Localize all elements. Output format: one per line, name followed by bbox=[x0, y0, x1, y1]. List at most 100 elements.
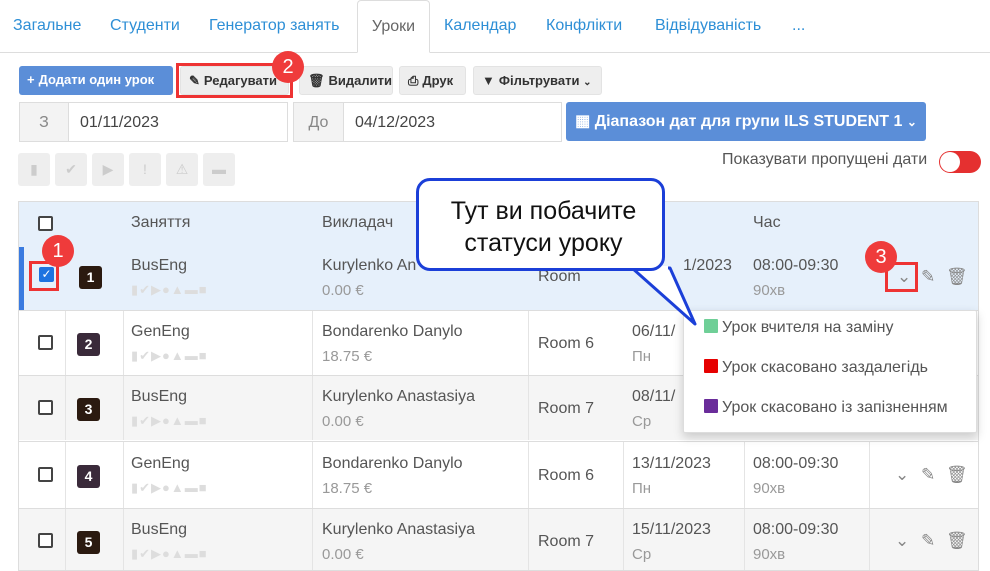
show-missed-dates-toggle[interactable] bbox=[939, 151, 981, 173]
lesson-price: 0.00 € bbox=[322, 546, 364, 563]
header-lesson: Заняття bbox=[131, 214, 191, 231]
status-label: Урок вчителя на заміну bbox=[722, 319, 894, 336]
delete-button[interactable]: 🗑 Видалити bbox=[299, 66, 393, 95]
cell-divider bbox=[312, 311, 313, 375]
teacher-name: Kurylenko An bbox=[322, 257, 417, 274]
lesson-price: 18.75 € bbox=[322, 480, 373, 497]
status-substitute-teacher[interactable]: Урок вчителя на заміну bbox=[704, 319, 894, 337]
delete-label: Видалити bbox=[328, 73, 392, 88]
group-date-range-button[interactable]: ▦ Діапазон дат для групи ILS STUDENT 1 ⌄ bbox=[566, 102, 926, 141]
video-icon[interactable]: ▶ bbox=[92, 153, 124, 186]
calendar-icon: ▦ bbox=[575, 113, 591, 130]
table-row[interactable]: 5 BusEng ▮✔▶●▲▬■ Kurylenko Anastasiya 0.… bbox=[19, 508, 978, 570]
warning-icon[interactable]: ⚠ bbox=[166, 153, 198, 186]
lesson-name: GenEng bbox=[131, 323, 190, 340]
status-color-swatch bbox=[704, 359, 718, 373]
callout-line-2: статуси уроку bbox=[464, 229, 623, 257]
lesson-price: 0.00 € bbox=[322, 413, 364, 430]
lesson-number: 3 bbox=[77, 398, 100, 421]
print-icon: ⎙ bbox=[408, 73, 419, 88]
trash-icon[interactable]: 🗑 bbox=[946, 465, 968, 485]
add-one-lesson-button[interactable]: + Додати один урок bbox=[19, 66, 173, 95]
lesson-status-icons: ▮✔▶●▲▬■ bbox=[131, 413, 208, 428]
cell-divider bbox=[123, 376, 124, 440]
header-time: Час bbox=[753, 214, 781, 231]
lesson-time: 08:00-09:30 bbox=[753, 257, 839, 274]
alert-circle-icon[interactable]: ! bbox=[129, 153, 161, 186]
trash-icon[interactable]: 🗑 bbox=[946, 531, 968, 551]
lesson-price: 18.75 € bbox=[322, 348, 373, 365]
row-checkbox[interactable] bbox=[38, 335, 53, 350]
pencil-icon[interactable]: ✎ bbox=[921, 465, 935, 485]
group-date-range-label: Діапазон дат для групи ILS STUDENT 1 bbox=[594, 113, 903, 130]
cell-divider bbox=[312, 509, 313, 570]
tab-lessons[interactable]: Уроки bbox=[357, 0, 430, 53]
toggle-knob bbox=[940, 152, 960, 172]
tab-students[interactable]: Студенти bbox=[110, 0, 180, 53]
cell-divider bbox=[528, 311, 529, 375]
callout-line-1: Тут ви побачите bbox=[450, 197, 637, 225]
step-badge-2: 2 bbox=[272, 51, 304, 83]
cell-divider bbox=[744, 442, 745, 508]
print-button[interactable]: ⎙ Друк bbox=[399, 66, 466, 95]
check-icon[interactable]: ✔ bbox=[55, 153, 87, 186]
lesson-status-icons: ▮✔▶●▲▬■ bbox=[131, 282, 208, 297]
cell-divider bbox=[65, 442, 66, 508]
date-from-input[interactable]: 01/11/2023 bbox=[68, 102, 288, 142]
cell-divider bbox=[869, 442, 870, 508]
filter-button[interactable]: ▼ Фільтрувати ⌄ bbox=[473, 66, 602, 95]
lesson-number: 2 bbox=[77, 333, 100, 356]
room: Room 6 bbox=[538, 467, 595, 484]
lesson-date: 08/11/ bbox=[632, 388, 676, 405]
row-checkbox[interactable] bbox=[38, 533, 53, 548]
tab-calendar[interactable]: Календар bbox=[444, 0, 516, 53]
selected-row-marker bbox=[19, 247, 24, 310]
lesson-name: BusEng bbox=[131, 521, 188, 538]
tab-more[interactable]: ... bbox=[792, 0, 805, 53]
tab-general[interactable]: Загальне bbox=[13, 0, 81, 53]
select-all-checkbox[interactable] bbox=[38, 216, 53, 231]
cell-divider bbox=[744, 509, 745, 570]
room: Room 7 bbox=[538, 400, 595, 417]
cell-divider bbox=[312, 442, 313, 508]
cell-divider bbox=[123, 509, 124, 570]
tab-lesson-generator[interactable]: Генератор занять bbox=[209, 0, 339, 53]
chevron-down-icon[interactable]: ⌄ bbox=[895, 465, 909, 485]
status-cancelled-late[interactable]: Урок скасовано із запізненням bbox=[704, 399, 948, 417]
teacher-name: Kurylenko Anastasiya bbox=[322, 388, 475, 405]
tab-attendance[interactable]: Відвідуваність bbox=[655, 0, 761, 53]
lesson-status-icons: ▮✔▶●▲▬■ bbox=[131, 546, 208, 561]
tab-conflicts[interactable]: Конфлікти bbox=[546, 0, 622, 53]
lesson-day: Пн bbox=[632, 348, 652, 365]
filter-icon: ▼ bbox=[482, 73, 495, 88]
cell-divider bbox=[528, 376, 529, 440]
status-cancelled-in-advance[interactable]: Урок скасовано заздалегідь bbox=[704, 359, 928, 377]
pencil-icon[interactable]: ✎ bbox=[921, 531, 935, 551]
tab-bar: Загальне Студенти Генератор занять Уроки… bbox=[0, 0, 990, 53]
step-badge-1: 1 bbox=[42, 235, 74, 267]
lesson-day: Ср bbox=[632, 413, 652, 430]
lesson-price: 0.00 € bbox=[322, 282, 364, 299]
chevron-down-icon[interactable]: ⌄ bbox=[895, 531, 909, 551]
date-from-addon: З bbox=[19, 102, 69, 142]
table-row[interactable]: 4 GenEng ▮✔▶●▲▬■ Bondarenko Danylo 18.75… bbox=[19, 441, 978, 508]
row-checkbox[interactable] bbox=[38, 400, 53, 415]
cell-divider bbox=[623, 442, 624, 508]
row-checkbox[interactable] bbox=[38, 467, 53, 482]
cell-divider bbox=[65, 311, 66, 375]
cell-divider bbox=[123, 311, 124, 375]
print-label: Друк bbox=[422, 73, 454, 88]
folder-icon[interactable]: ▬ bbox=[203, 153, 235, 186]
cell-divider bbox=[528, 442, 529, 508]
cell-divider bbox=[528, 509, 529, 570]
trash-icon[interactable]: 🗑 bbox=[946, 267, 968, 287]
date-to-input[interactable]: 04/12/2023 bbox=[343, 102, 562, 142]
cell-divider bbox=[65, 376, 66, 440]
lesson-status-icons: ▮✔▶●▲▬■ bbox=[131, 480, 208, 495]
lesson-name: BusEng bbox=[131, 257, 188, 274]
lesson-duration: 90хв bbox=[753, 282, 786, 299]
file-icon[interactable]: ▮ bbox=[18, 153, 50, 186]
trash-icon: 🗑 bbox=[308, 73, 325, 88]
cell-divider bbox=[869, 509, 870, 570]
pencil-icon[interactable]: ✎ bbox=[921, 267, 935, 287]
